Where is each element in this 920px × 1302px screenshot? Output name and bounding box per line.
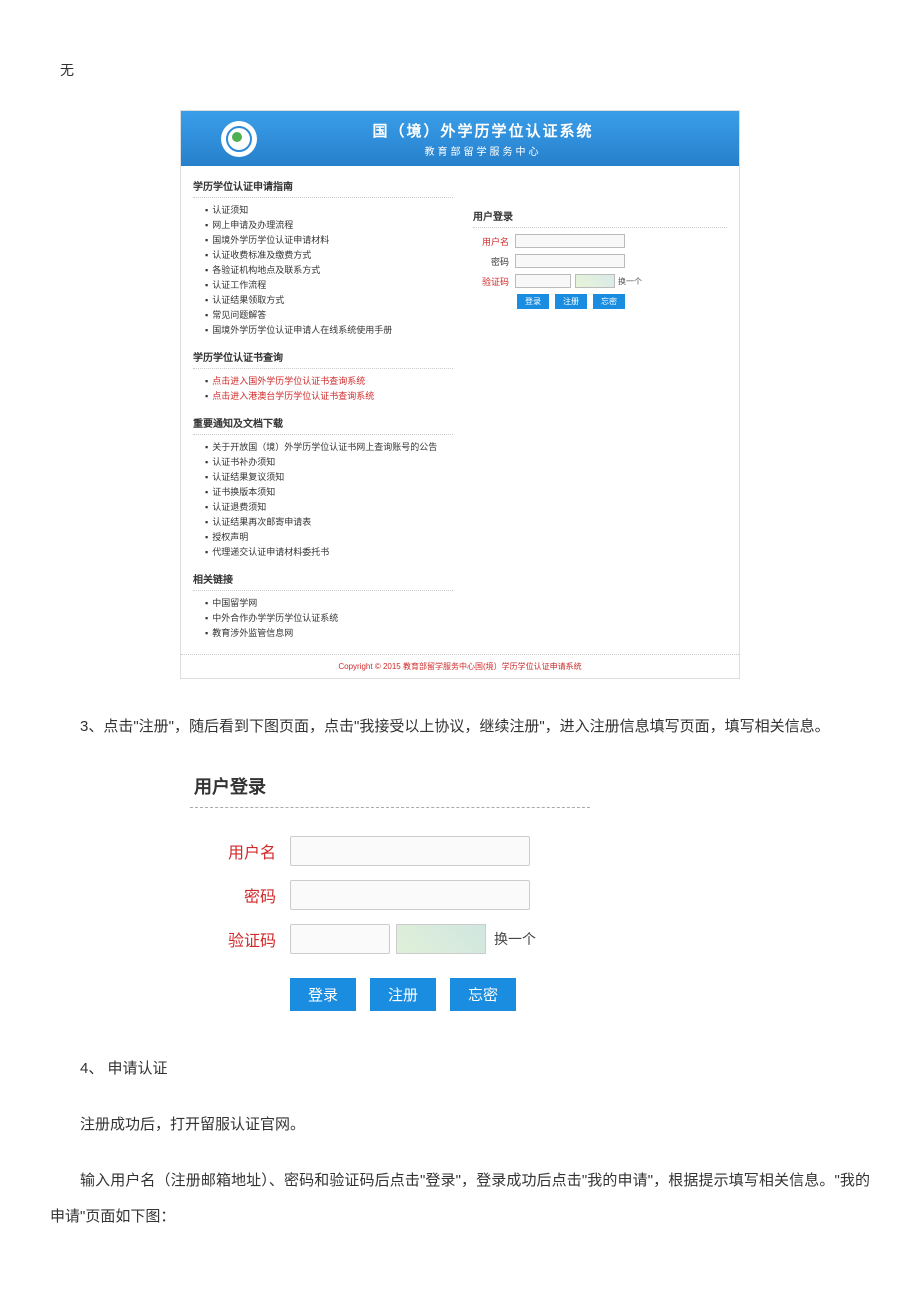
instruction-step-4-title: 4、 申请认证 xyxy=(50,1051,870,1087)
list-item[interactable]: 认证工作流程 xyxy=(205,277,453,292)
guide-list: 认证须知 网上申请及办理流程 国境外学历学位认证申请材料 认证收费标准及缴费方式… xyxy=(193,198,453,345)
section-title-notice: 重要通知及文档下载 xyxy=(193,411,453,435)
instruction-step-4a: 注册成功后，打开留服认证官网。 xyxy=(50,1107,870,1143)
list-item[interactable]: 常见问题解答 xyxy=(205,307,453,322)
site-banner: 国（境）外学历学位认证系统 教育部留学服务中心 xyxy=(181,111,739,166)
list-item[interactable]: 认证收费标准及缴费方式 xyxy=(205,247,453,262)
password-input-small[interactable] xyxy=(515,254,625,268)
captcha-label-large: 验证码 xyxy=(190,927,276,951)
list-item[interactable]: 认证须知 xyxy=(205,202,453,217)
site-logo xyxy=(221,121,257,157)
query-list: 点击进入国外学历学位认证书查询系统 点击进入港澳台学历学位认证书查询系统 xyxy=(193,369,453,411)
list-item[interactable]: 国境外学历学位认证申请材料 xyxy=(205,232,453,247)
list-item[interactable]: 代理递交认证申请材料委托书 xyxy=(205,544,453,559)
login-button-large[interactable]: 登录 xyxy=(290,978,356,1011)
list-item[interactable]: 证书换版本须知 xyxy=(205,484,453,499)
list-item[interactable]: 中国留学网 xyxy=(205,595,453,610)
list-item[interactable]: 授权声明 xyxy=(205,529,453,544)
page-top-label: 无 xyxy=(60,60,870,80)
captcha-refresh-small[interactable]: 换一个 xyxy=(618,276,642,287)
login-panel-title-small: 用户登录 xyxy=(473,204,727,228)
list-item[interactable]: 教育涉外监管信息网 xyxy=(205,625,453,640)
login-panel-title-large: 用户登录 xyxy=(190,765,590,808)
password-label-large: 密码 xyxy=(190,883,276,907)
notice-list: 关于开放国（境）外学历学位认证书网上查询账号的公告 认证书补办须知 认证结果复议… xyxy=(193,435,453,567)
register-button-small[interactable]: 注册 xyxy=(555,294,587,309)
username-input-large[interactable] xyxy=(290,836,530,866)
username-input-small[interactable] xyxy=(515,234,625,248)
instruction-step-4b: 输入用户名（注册邮箱地址）、密码和验证码后点击"登录"，登录成功后点击"我的申请… xyxy=(50,1163,870,1235)
login-button-small[interactable]: 登录 xyxy=(517,294,549,309)
banner-text: 国（境）外学历学位认证系统 教育部留学服务中心 xyxy=(287,120,739,158)
copyright-footer: Copyright © 2015 教育部留学服务中心国(境）学历学位认证申请系统 xyxy=(181,654,739,678)
username-label-small: 用户名 xyxy=(473,235,509,248)
list-item[interactable]: 关于开放国（境）外学历学位认证书网上查询账号的公告 xyxy=(205,439,453,454)
list-item[interactable]: 认证结果复议须知 xyxy=(205,469,453,484)
section-title-links: 相关链接 xyxy=(193,567,453,591)
login-panel-large: 用户登录 用户名 密码 验证码 换一个 登录 注册 忘密 xyxy=(190,765,590,1011)
list-item[interactable]: 网上申请及办理流程 xyxy=(205,217,453,232)
list-item[interactable]: 认证结果领取方式 xyxy=(205,292,453,307)
list-item[interactable]: 点击进入港澳台学历学位认证书查询系统 xyxy=(205,388,453,403)
username-label-large: 用户名 xyxy=(190,839,276,863)
list-item[interactable]: 点击进入国外学历学位认证书查询系统 xyxy=(205,373,453,388)
list-item[interactable]: 认证退费须知 xyxy=(205,499,453,514)
right-column: 用户登录 用户名 密码 验证码 换一个 登录 注册 忘密 xyxy=(453,174,727,648)
list-item[interactable]: 认证结果再次邮寄申请表 xyxy=(205,514,453,529)
left-column: 学历学位认证申请指南 认证须知 网上申请及办理流程 国境外学历学位认证申请材料 … xyxy=(193,174,453,648)
section-title-guide: 学历学位认证申请指南 xyxy=(193,174,453,198)
captcha-image-large[interactable] xyxy=(396,924,486,954)
register-button-large[interactable]: 注册 xyxy=(370,978,436,1011)
instruction-step-3: 3、点击"注册"，随后看到下图页面，点击"我接受以上协议，继续注册"，进入注册信… xyxy=(50,709,870,745)
forgot-button-large[interactable]: 忘密 xyxy=(450,978,516,1011)
captcha-label-small: 验证码 xyxy=(473,275,509,288)
list-item[interactable]: 国境外学历学位认证申请人在线系统使用手册 xyxy=(205,322,453,337)
logo-icon xyxy=(226,126,252,152)
captcha-refresh-large[interactable]: 换一个 xyxy=(494,929,536,949)
list-item[interactable]: 认证书补办须知 xyxy=(205,454,453,469)
banner-title: 国（境）外学历学位认证系统 xyxy=(287,120,679,141)
banner-subtitle: 教育部留学服务中心 xyxy=(287,143,679,158)
captcha-input-small[interactable] xyxy=(515,274,571,288)
section-title-query: 学历学位认证书查询 xyxy=(193,345,453,369)
password-input-large[interactable] xyxy=(290,880,530,910)
list-item[interactable]: 中外合作办学学历学位认证系统 xyxy=(205,610,453,625)
forgot-button-small[interactable]: 忘密 xyxy=(593,294,625,309)
list-item[interactable]: 各验证机构地点及联系方式 xyxy=(205,262,453,277)
password-label-small: 密码 xyxy=(473,255,509,268)
links-list: 中国留学网 中外合作办学学历学位认证系统 教育涉外监管信息网 xyxy=(193,591,453,648)
embedded-screenshot-system-home: 国（境）外学历学位认证系统 教育部留学服务中心 学历学位认证申请指南 认证须知 … xyxy=(180,110,740,679)
captcha-image-small[interactable] xyxy=(575,274,615,288)
captcha-input-large[interactable] xyxy=(290,924,390,954)
